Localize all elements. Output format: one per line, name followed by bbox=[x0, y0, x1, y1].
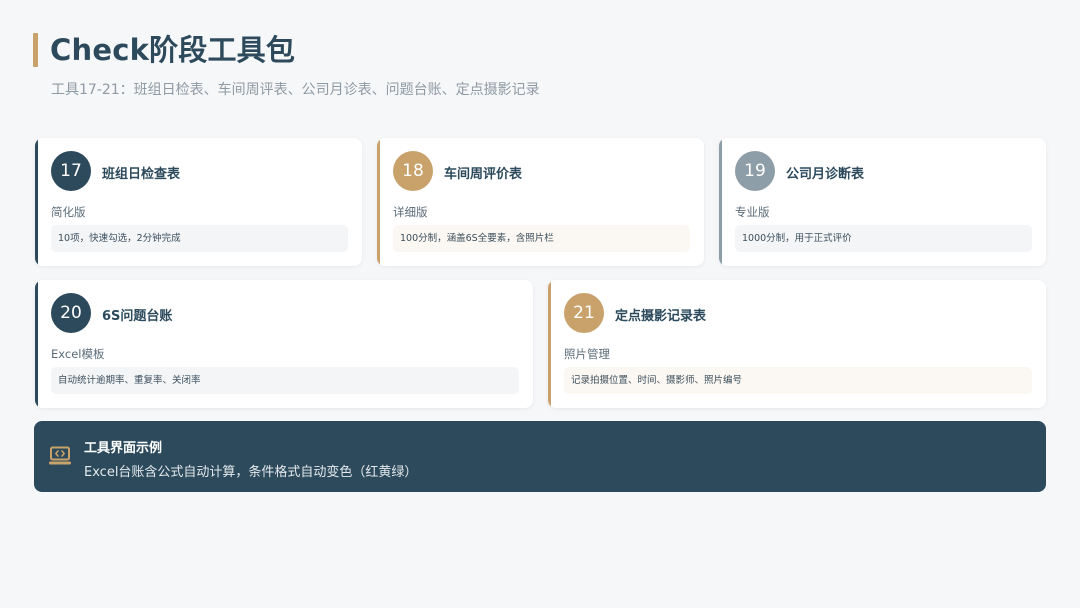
tool-version: 简化版 bbox=[51, 205, 86, 219]
laptop-code-icon bbox=[49, 446, 71, 465]
card-accent-bar bbox=[35, 138, 38, 266]
tool-card-19: 19 公司月诊断表 专业版 1000分制，用于正式评价 bbox=[719, 138, 1046, 266]
tool-description: 10项，快速勾选，2分钟完成 bbox=[51, 225, 348, 252]
banner-title: 工具界面示例 bbox=[84, 441, 163, 456]
card-accent-bar bbox=[548, 280, 551, 408]
example-banner: 工具界面示例 Excel台账含公式自动计算，条件格式自动变色（红黄绿） bbox=[34, 421, 1046, 492]
slide: Check阶段工具包 工具17-21：班组日检表、车间周评表、公司月诊表、问题台… bbox=[0, 0, 1080, 608]
title-accent-bar bbox=[33, 33, 38, 67]
banner-text: Excel台账含公式自动计算，条件格式自动变色（红黄绿） bbox=[84, 465, 418, 480]
tool-version: 详细版 bbox=[393, 205, 428, 219]
tool-title: 公司月诊断表 bbox=[786, 167, 865, 182]
tool-title: 定点摄影记录表 bbox=[615, 309, 707, 324]
card-accent-bar bbox=[377, 138, 380, 266]
page-subtitle: 工具17-21：班组日检表、车间周评表、公司月诊表、问题台账、定点摄影记录 bbox=[51, 82, 540, 98]
tool-number-badge: 17 bbox=[51, 151, 91, 191]
tool-description: 1000分制，用于正式评价 bbox=[735, 225, 1032, 252]
page-title: Check阶段工具包 bbox=[50, 33, 296, 67]
tool-card-20: 20 6S问题台账 Excel模板 自动统计逾期率、重复率、关闭率 bbox=[35, 280, 533, 408]
tool-description: 100分制，涵盖6S全要素，含照片栏 bbox=[393, 225, 690, 252]
tool-title: 班组日检查表 bbox=[102, 167, 181, 182]
tool-description: 自动统计逾期率、重复率、关闭率 bbox=[51, 367, 519, 394]
tool-card-21: 21 定点摄影记录表 照片管理 记录拍摄位置、时间、摄影师、照片编号 bbox=[548, 280, 1046, 408]
tool-card-18: 18 车间周评价表 详细版 100分制，涵盖6S全要素，含照片栏 bbox=[377, 138, 704, 266]
tool-version: 照片管理 bbox=[564, 347, 610, 361]
card-accent-bar bbox=[719, 138, 722, 266]
card-accent-bar bbox=[35, 280, 38, 408]
tool-description: 记录拍摄位置、时间、摄影师、照片编号 bbox=[564, 367, 1032, 394]
tool-number-badge: 21 bbox=[564, 293, 604, 333]
tool-version: 专业版 bbox=[735, 205, 770, 219]
tool-card-17: 17 班组日检查表 简化版 10项，快速勾选，2分钟完成 bbox=[35, 138, 362, 266]
tool-number-badge: 18 bbox=[393, 151, 433, 191]
tool-version: Excel模板 bbox=[51, 347, 105, 361]
tool-number-badge: 20 bbox=[51, 293, 91, 333]
tool-number-badge: 19 bbox=[735, 151, 775, 191]
tool-title: 6S问题台账 bbox=[102, 309, 173, 324]
tool-title: 车间周评价表 bbox=[444, 167, 523, 182]
